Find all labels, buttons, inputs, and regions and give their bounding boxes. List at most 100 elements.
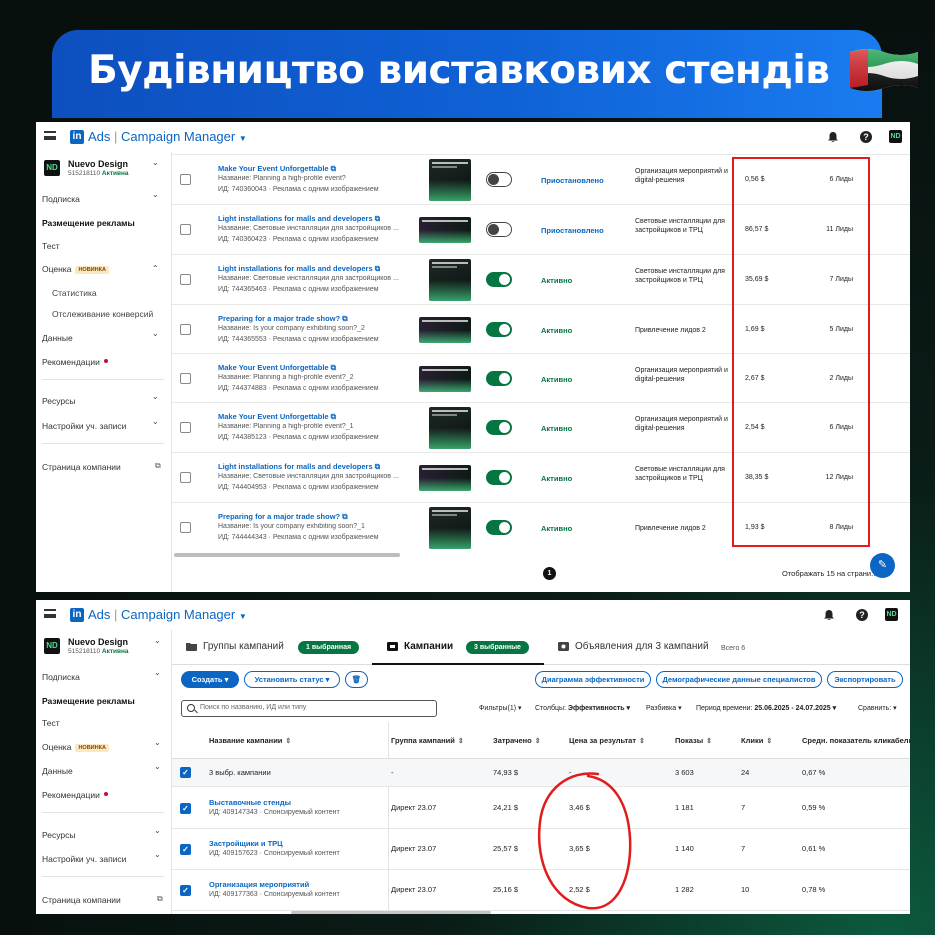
ad-thumbnail[interactable] xyxy=(429,159,471,201)
col-header-impressions[interactable]: Показы ⇕ xyxy=(675,736,712,745)
columns-dropdown[interactable]: Столбцы: Эффективность ▾ xyxy=(535,704,630,712)
ad-status-toggle[interactable] xyxy=(486,520,512,535)
ad-status-toggle[interactable] xyxy=(486,222,512,237)
chevron-down-icon[interactable]: ⌄ xyxy=(154,826,161,835)
campaign-name-link[interactable]: Выставочные стенды xyxy=(209,798,291,807)
brand-switcher[interactable]: Ads | Campaign Manager ▼ xyxy=(88,129,247,144)
date-range-dropdown[interactable]: Период времени: 25.06.2025 - 24.07.2025 … xyxy=(696,704,836,712)
col-header-name[interactable]: Название кампании ⇕ xyxy=(209,736,291,745)
menu-icon[interactable] xyxy=(44,609,56,618)
help-icon[interactable]: ? xyxy=(856,609,868,621)
sidebar-item-ads-placement[interactable]: Размещение рекламы xyxy=(42,696,135,706)
filters-dropdown[interactable]: Фильтры(1) ▾ xyxy=(479,704,522,712)
sidebar-item-ads-placement[interactable]: Размещение рекламы xyxy=(42,218,135,228)
campaign-name-link[interactable]: Застройщики и ТРЦ xyxy=(209,839,283,848)
ad-status-toggle[interactable] xyxy=(486,371,512,386)
row-checkbox[interactable] xyxy=(180,224,191,235)
set-status-button[interactable]: Установить статус ▾ xyxy=(244,671,340,688)
campaign-name-link[interactable]: Организация мероприятий xyxy=(209,880,309,889)
brand-switcher[interactable]: Ads | Campaign Manager ▼ xyxy=(88,607,247,622)
tab-campaign-groups[interactable]: Группы кампаний xyxy=(203,641,284,652)
row-checkbox[interactable]: ✓ xyxy=(180,844,191,855)
breakdown-dropdown[interactable]: Разбивка ▾ xyxy=(646,704,682,712)
sidebar-item-statistics[interactable]: Статистика xyxy=(52,288,97,298)
ad-title-link[interactable]: Light installations for malls and develo… xyxy=(218,214,380,224)
sidebar-item-subscription[interactable]: Подписка xyxy=(42,672,80,682)
app-avatar-icon[interactable]: ND xyxy=(889,130,902,143)
row-checkbox[interactable] xyxy=(180,373,191,384)
create-button[interactable]: Создать ▾ xyxy=(181,671,239,688)
sidebar-item-recommendations[interactable]: Рекомендации xyxy=(42,357,108,367)
chevron-up-icon[interactable]: ⌃ xyxy=(152,264,159,273)
tab-ads[interactable]: Объявления для 3 кампаний xyxy=(575,641,709,652)
col-header-clicks[interactable]: Клики ⇕ xyxy=(741,736,772,745)
row-checkbox[interactable] xyxy=(180,274,191,285)
performance-chart-button[interactable]: Диаграмма эффективности xyxy=(535,671,651,688)
ad-status-toggle[interactable] xyxy=(486,420,512,435)
account-name[interactable]: Nuevo Design xyxy=(68,637,128,647)
help-icon[interactable]: ? xyxy=(860,131,872,143)
ad-thumbnail[interactable] xyxy=(419,217,471,243)
ad-thumbnail[interactable] xyxy=(429,259,471,301)
chevron-down-icon[interactable]: ⌄ xyxy=(154,636,161,645)
chevron-down-icon[interactable]: ⌄ xyxy=(154,850,161,859)
horizontal-scrollbar[interactable] xyxy=(291,911,491,914)
row-checkbox[interactable] xyxy=(180,472,191,483)
ad-title-link[interactable]: Light installations for malls and develo… xyxy=(218,462,380,472)
sidebar-item-test[interactable]: Тест xyxy=(42,718,60,728)
ad-thumbnail[interactable] xyxy=(429,507,471,549)
ad-title-link[interactable]: Make Your Event Unforgettable ⧉ xyxy=(218,412,336,422)
sidebar-item-resources[interactable]: Ресурсы xyxy=(42,396,76,406)
external-link-icon[interactable]: ⧉ xyxy=(157,894,163,904)
row-checkbox[interactable] xyxy=(180,174,191,185)
bell-icon[interactable] xyxy=(823,609,835,621)
col-header-cost-per-result[interactable]: Цена за результат ⇕ xyxy=(569,736,645,745)
account-name[interactable]: Nuevo Design xyxy=(68,159,128,169)
compare-dropdown[interactable]: Сравнить: ▾ xyxy=(858,704,897,712)
col-header-group[interactable]: Группа кампаний ⇕ xyxy=(391,736,464,745)
sidebar-item-evaluation[interactable]: Оценка НОВИНКА xyxy=(42,742,109,752)
chevron-down-icon[interactable]: ⌄ xyxy=(154,762,161,771)
pagination-page[interactable]: 1 xyxy=(543,567,556,580)
ad-title-link[interactable]: Make Your Event Unforgettable ⧉ xyxy=(218,164,336,174)
chevron-down-icon[interactable]: ⌄ xyxy=(152,417,159,426)
chevron-down-icon[interactable]: ⌄ xyxy=(152,392,159,401)
row-checkbox[interactable] xyxy=(180,422,191,433)
ad-title-link[interactable]: Preparing for a major trade show? ⧉ xyxy=(218,314,348,324)
row-checkbox[interactable] xyxy=(180,522,191,533)
row-checkbox[interactable]: ✓ xyxy=(180,803,191,814)
ad-thumbnail[interactable] xyxy=(429,407,471,449)
col-header-spent[interactable]: Затрачено ⇕ xyxy=(493,736,541,745)
search-input[interactable]: Поиск по названию, ИД или типу xyxy=(181,700,437,717)
app-avatar-icon[interactable]: ND xyxy=(885,608,898,621)
sidebar-item-evaluation[interactable]: Оценка НОВИНКА xyxy=(42,264,109,274)
sidebar-item-account-settings[interactable]: Настройки уч. записи xyxy=(42,854,126,864)
select-all-checkbox[interactable]: ✓ xyxy=(180,767,191,778)
ad-status-toggle[interactable] xyxy=(486,272,512,287)
sidebar-item-company-page[interactable]: Страница компании xyxy=(42,895,121,905)
col-header-ctr[interactable]: Средн. показатель кликабельн xyxy=(802,736,910,745)
ad-thumbnail[interactable] xyxy=(419,366,471,392)
sidebar-item-data[interactable]: Данные xyxy=(42,766,73,776)
tab-campaigns[interactable]: Кампании xyxy=(404,641,453,652)
ad-title-link[interactable]: Preparing for a major trade show? ⧉ xyxy=(218,512,348,522)
ad-status-toggle[interactable] xyxy=(486,322,512,337)
demographics-button[interactable]: Демографические данные специалистов xyxy=(656,671,822,688)
row-checkbox[interactable]: ✓ xyxy=(180,885,191,896)
sidebar-item-recommendations[interactable]: Рекомендации xyxy=(42,790,108,800)
ad-thumbnail[interactable] xyxy=(419,317,471,343)
export-button[interactable]: Экспортировать xyxy=(827,671,903,688)
sidebar-item-company-page[interactable]: Страница компании xyxy=(42,462,121,472)
sidebar-item-test[interactable]: Тест xyxy=(42,241,60,251)
sidebar-item-resources[interactable]: Ресурсы xyxy=(42,830,76,840)
chat-button-icon[interactable]: ✎ xyxy=(870,553,895,578)
external-link-icon[interactable]: ⧉ xyxy=(155,461,161,471)
row-checkbox[interactable] xyxy=(180,324,191,335)
ad-status-toggle[interactable] xyxy=(486,172,512,187)
menu-icon[interactable] xyxy=(44,131,56,140)
ad-status-toggle[interactable] xyxy=(486,470,512,485)
chevron-down-icon[interactable]: ⌄ xyxy=(152,329,159,338)
trash-icon[interactable]: 🗑 xyxy=(345,671,368,688)
ad-title-link[interactable]: Light installations for malls and develo… xyxy=(218,264,380,274)
sidebar-item-data[interactable]: Данные xyxy=(42,333,73,343)
